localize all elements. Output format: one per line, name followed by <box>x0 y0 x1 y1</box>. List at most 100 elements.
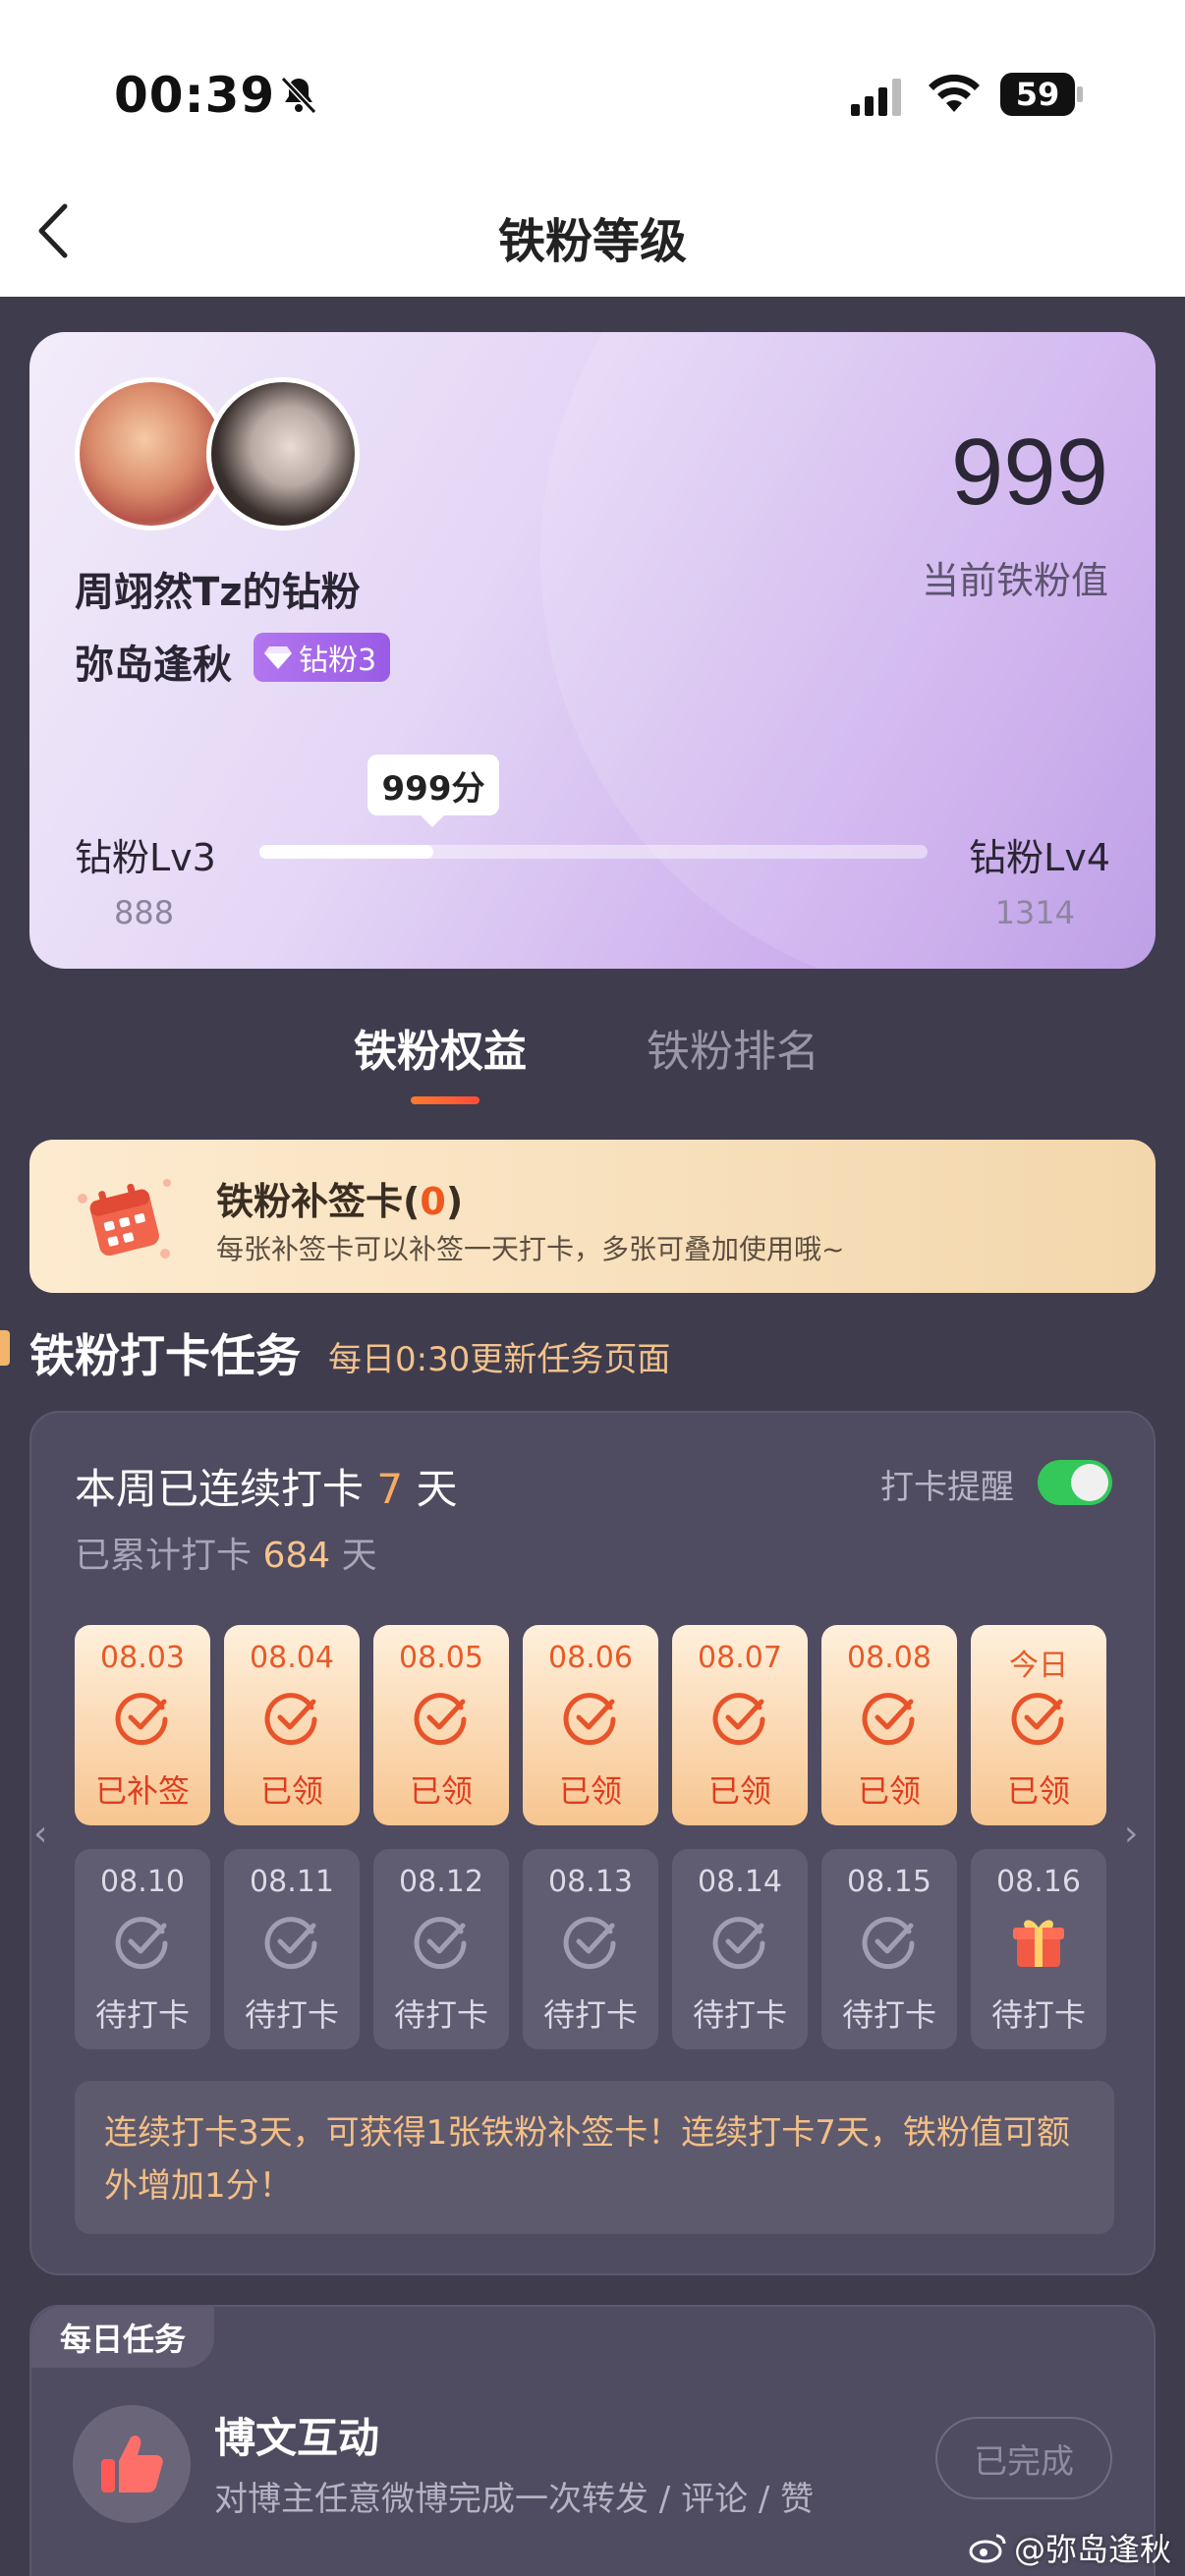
watermark-text: @弥岛逢秋 <box>1013 2531 1171 2568</box>
makeup-card[interactable]: 铁粉补签卡(0) 每张补签卡可以补签一天打卡，多张可叠加使用哦~ <box>29 1140 1156 1293</box>
current-level-value: 888 <box>114 894 175 931</box>
diamond-icon <box>264 646 292 669</box>
checkin-panel: 本周已连续打卡 7 天 已累计打卡 684 天 打卡提醒 ‹ › 08.03 已补… <box>29 1411 1156 2275</box>
check-circle-icon <box>563 1693 616 1746</box>
checkin-day[interactable]: 08.14 待打卡 <box>672 1849 808 2049</box>
checkin-day[interactable]: 08.03 已补签 <box>75 1625 210 1825</box>
bell-muted-icon <box>280 76 317 115</box>
checkin-day-date: 08.16 <box>996 1865 1081 1899</box>
checkin-day-status: 待打卡 <box>990 1996 1086 2034</box>
checkin-day-date: 08.12 <box>399 1865 483 1899</box>
checkin-day[interactable]: 08.13 待打卡 <box>523 1849 658 2049</box>
total-days: 684 <box>262 1536 331 1576</box>
progress-bubble-tail <box>419 813 446 827</box>
battery-tip <box>1077 86 1083 102</box>
remind-toggle[interactable] <box>1038 1460 1112 1505</box>
checkin-day-date: 08.04 <box>250 1641 334 1675</box>
makeup-card-count: 0 <box>420 1180 446 1223</box>
checkin-day-status: 待打卡 <box>841 1996 936 2034</box>
toggle-knob <box>1071 1464 1108 1501</box>
checkin-day-date: 08.03 <box>100 1641 185 1675</box>
user-name: 弥岛逢秋 <box>75 643 232 688</box>
section-accent-bar <box>0 1330 10 1366</box>
daily-task-tag: 每日任务 <box>31 2307 214 2368</box>
check-circle-icon <box>712 1917 765 1970</box>
next-level-label: 钻粉Lv4 <box>969 836 1110 879</box>
fan-title: 周翊然Tz的钻粉 <box>75 570 361 615</box>
checkin-day-status: 已补签 <box>94 1772 190 1810</box>
checkin-day[interactable]: 08.11 待打卡 <box>224 1849 360 2049</box>
checkin-day-date: 今日 <box>1009 1649 1068 1683</box>
signal-icon <box>851 79 901 116</box>
makeup-card-subtitle: 每张补签卡可以补签一天打卡，多张可叠加使用哦~ <box>216 1233 845 1265</box>
next-level-value: 1314 <box>994 894 1075 931</box>
check-circle-icon <box>264 1917 317 1970</box>
checkin-day-date: 08.13 <box>548 1865 633 1899</box>
task-title: 博文互动 <box>214 2414 380 2462</box>
current-level-label: 钻粉Lv3 <box>75 836 216 879</box>
checkin-day-status: 已领 <box>857 1772 921 1810</box>
checkin-day[interactable]: 08.12 待打卡 <box>373 1849 509 2049</box>
check-circle-icon <box>862 1917 915 1970</box>
section-subtitle: 每日0:30更新任务页面 <box>328 1340 671 1379</box>
status-time: 00:39 <box>114 67 276 124</box>
checkin-day[interactable]: 08.04 已领 <box>224 1625 360 1825</box>
level-badge-text: 钻粉3 <box>299 644 377 678</box>
check-circle-icon <box>264 1693 317 1746</box>
level-progress-bar <box>259 845 928 859</box>
thumbs-up-icon <box>101 2436 163 2492</box>
checkin-day[interactable]: 08.16 待打卡 <box>971 1849 1106 2049</box>
chevron-right-icon[interactable]: › <box>1124 1814 1138 1854</box>
remind-label: 打卡提醒 <box>880 1468 1014 1507</box>
checkin-day-status: 已领 <box>409 1772 473 1810</box>
checkin-day-status: 待打卡 <box>244 1996 339 2034</box>
level-badge: 钻粉3 <box>254 633 391 682</box>
checkin-day-date: 08.15 <box>847 1865 931 1899</box>
battery-indicator: 59 <box>1000 73 1075 116</box>
check-circle-icon <box>563 1917 616 1970</box>
checkin-day-status: 已领 <box>259 1772 323 1810</box>
streak-days: 7 <box>376 1465 404 1513</box>
checkin-day-status: 待打卡 <box>542 1996 638 2034</box>
user-avatar[interactable] <box>75 377 228 531</box>
wifi-icon <box>929 74 980 112</box>
checkin-day-status: 待打卡 <box>94 1996 190 2034</box>
checkin-day-status: 已领 <box>558 1772 622 1810</box>
check-circle-icon <box>414 1693 467 1746</box>
checkin-day[interactable]: 今日 已领 <box>971 1625 1106 1825</box>
check-circle-icon <box>712 1693 765 1746</box>
fan-level-card: 周翊然Tz的钻粉 弥岛逢秋 钻粉3 999 当前铁粉值 999分 钻粉Lv3 钻… <box>29 332 1156 969</box>
task-completed-button[interactable]: 已完成 <box>935 2417 1112 2499</box>
checkin-day[interactable]: 08.06 已领 <box>523 1625 658 1825</box>
weibo-logo-icon <box>969 2534 1006 2563</box>
checkin-day-date: 08.08 <box>847 1641 931 1675</box>
check-circle-icon <box>1011 1693 1064 1746</box>
tab-fan-ranking[interactable]: 铁粉排名 <box>647 1016 819 1079</box>
total-text: 已累计打卡 684 天 <box>75 1536 377 1576</box>
checkin-day-date: 08.14 <box>698 1865 782 1899</box>
blogger-avatar[interactable] <box>206 377 360 531</box>
checkin-day-status: 待打卡 <box>692 1996 787 2034</box>
chevron-left-icon[interactable]: ‹ <box>33 1814 47 1854</box>
checkin-tip: 连续打卡3天，可获得1张铁粉补签卡！连续打卡7天，铁粉值可额外增加1分！ <box>75 2081 1114 2234</box>
check-circle-icon <box>115 1693 168 1746</box>
checkin-day-status: 已领 <box>707 1772 771 1810</box>
checkin-day[interactable]: 08.15 待打卡 <box>821 1849 957 2049</box>
section-title: 铁粉打卡任务 <box>29 1329 301 1382</box>
checkin-day-status: 待打卡 <box>393 1996 488 2034</box>
checkin-day[interactable]: 08.07 已领 <box>672 1625 808 1825</box>
calendar-icon <box>78 1179 171 1259</box>
checkin-day[interactable]: 08.10 待打卡 <box>75 1849 210 2049</box>
checkin-day[interactable]: 08.08 已领 <box>821 1625 957 1825</box>
fan-score-label: 当前铁粉值 <box>921 559 1108 602</box>
progress-bubble: 999分 <box>367 755 499 815</box>
checkin-day-date: 08.11 <box>250 1865 334 1899</box>
task-icon-wrap <box>73 2405 191 2523</box>
fan-score: 999 <box>950 420 1108 525</box>
tab-indicator <box>411 1096 480 1104</box>
checkin-day-date: 08.10 <box>100 1865 185 1899</box>
checkin-day[interactable]: 08.05 已领 <box>373 1625 509 1825</box>
makeup-card-title: 铁粉补签卡(0) <box>216 1180 464 1223</box>
tab-fan-benefits[interactable]: 铁粉权益 <box>354 1016 527 1079</box>
checkin-day-date: 08.05 <box>399 1641 483 1675</box>
